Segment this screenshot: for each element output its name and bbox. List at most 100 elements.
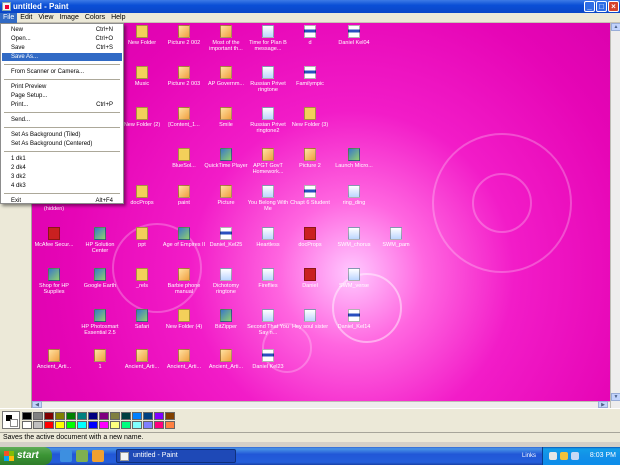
desktop-icon[interactable]: Age of Empires II bbox=[162, 227, 206, 248]
desktop-icon[interactable]: SWM_chorus bbox=[332, 227, 376, 248]
desktop-icon[interactable]: New Folder (3) bbox=[288, 107, 332, 128]
color-swatch[interactable] bbox=[55, 412, 65, 420]
color-swatch[interactable] bbox=[55, 421, 65, 429]
desktop-icon[interactable]: SWM_pam bbox=[374, 227, 418, 248]
desktop-icon[interactable]: Russian Privet ringtone2 bbox=[246, 107, 290, 134]
color-swatch[interactable] bbox=[143, 412, 153, 420]
menu-item-exit[interactable]: Exit Alt+F4 bbox=[2, 197, 122, 205]
menu-item-from-scanner-or-camera[interactable]: From Scanner or Camera... bbox=[2, 68, 122, 76]
color-swatch[interactable] bbox=[165, 412, 175, 420]
desktop-icon[interactable]: Chapt 6 Student bbox=[288, 185, 332, 206]
desktop-icon[interactable]: Barbie phone manual bbox=[162, 268, 206, 295]
menu-item-new[interactable]: New Ctrl+N bbox=[2, 26, 122, 34]
desktop-icon[interactable]: McAfee Secur... bbox=[32, 227, 76, 248]
desktop-icon[interactable]: Hey soul sister bbox=[288, 309, 332, 330]
color-swatch[interactable] bbox=[99, 412, 109, 420]
color-swatch[interactable] bbox=[44, 421, 54, 429]
desktop-icon[interactable]: HP Solution Center bbox=[78, 227, 122, 254]
desktop-icon[interactable]: Ancient_Arti... bbox=[162, 349, 206, 370]
desktop-icon[interactable]: You Belong With Me bbox=[246, 185, 290, 212]
menu-item-set-as-background-centered[interactable]: Set As Background (Centered) bbox=[2, 140, 122, 148]
color-swatch[interactable] bbox=[99, 421, 109, 429]
desktop-icon[interactable]: [Content_1... bbox=[162, 107, 206, 128]
desktop-icon[interactable]: New Folder bbox=[120, 25, 164, 46]
desktop-icon[interactable]: ring_ding bbox=[332, 185, 376, 206]
menu-item-2-dk4[interactable]: 2 dk4 bbox=[2, 164, 122, 172]
color-swatch[interactable] bbox=[143, 421, 153, 429]
desktop-icon[interactable]: 1 bbox=[78, 349, 122, 370]
color-swatch[interactable] bbox=[22, 421, 32, 429]
menu-item-print[interactable]: Print... Ctrl+P bbox=[2, 101, 122, 109]
desktop-icon[interactable]: Ancient_Arti... bbox=[32, 349, 76, 370]
desktop-icon[interactable]: Launch Micro... bbox=[332, 148, 376, 169]
media-player-icon[interactable] bbox=[92, 450, 104, 462]
show-desktop-icon[interactable] bbox=[76, 450, 88, 462]
scroll-up-icon[interactable]: ▲ bbox=[611, 23, 620, 31]
color-swatch[interactable] bbox=[77, 412, 87, 420]
desktop-icon[interactable]: Picture 2 bbox=[288, 148, 332, 169]
color-swatch[interactable] bbox=[77, 421, 87, 429]
color-swatch[interactable] bbox=[165, 421, 175, 429]
menu-item-open[interactable]: Open... Ctrl+O bbox=[2, 35, 122, 43]
desktop-icon[interactable]: Dichotomy ringtone bbox=[204, 268, 248, 295]
color-swatch[interactable] bbox=[33, 412, 43, 420]
current-colors[interactable] bbox=[2, 411, 20, 429]
taskbar-paint-button[interactable]: untitled - Paint bbox=[116, 449, 236, 463]
desktop-icon[interactable]: Familympic bbox=[288, 66, 332, 87]
desktop-icon[interactable]: docProps bbox=[288, 227, 332, 248]
desktop-icon[interactable]: Ancient_Arti... bbox=[120, 349, 164, 370]
color-swatch[interactable] bbox=[121, 421, 131, 429]
color-swatch[interactable] bbox=[154, 421, 164, 429]
desktop-icon[interactable]: Daniel bbox=[288, 268, 332, 289]
vertical-scrollbar[interactable]: ▲ ▼ bbox=[610, 23, 620, 408]
color-swatch[interactable] bbox=[88, 421, 98, 429]
color-swatch[interactable] bbox=[132, 412, 142, 420]
menu-file[interactable]: File bbox=[0, 13, 18, 23]
color-swatch[interactable] bbox=[88, 412, 98, 420]
color-swatch[interactable] bbox=[44, 412, 54, 420]
desktop-icon[interactable]: QuickTime Player bbox=[204, 148, 248, 169]
desktop-icon[interactable]: AP Governm... bbox=[204, 66, 248, 87]
color-swatch[interactable] bbox=[132, 421, 142, 429]
menu-item-4-dk3[interactable]: 4 dk3 bbox=[2, 182, 122, 190]
menu-help[interactable]: Help bbox=[108, 13, 128, 23]
desktop-icon[interactable]: _rels bbox=[120, 268, 164, 289]
desktop-icon[interactable]: New Folder (4) bbox=[162, 309, 206, 330]
desktop-icon[interactable]: SWM_verse bbox=[332, 268, 376, 289]
color-swatch[interactable] bbox=[22, 412, 32, 420]
desktop-icon[interactable]: BitZipper bbox=[204, 309, 248, 330]
color-swatch[interactable] bbox=[33, 421, 43, 429]
desktop-icon[interactable]: Google Earth bbox=[78, 268, 122, 289]
scroll-right-icon[interactable]: ▶ bbox=[598, 401, 608, 408]
scroll-down-icon[interactable]: ▼ bbox=[611, 393, 620, 401]
network-icon[interactable] bbox=[549, 452, 557, 460]
security-icon[interactable] bbox=[560, 452, 568, 460]
color-swatch[interactable] bbox=[154, 412, 164, 420]
desktop-icon[interactable]: HP Photosmart Essential 2.5 bbox=[78, 309, 122, 336]
desktop-icon[interactable]: Daniel_Kel25 bbox=[204, 227, 248, 248]
menu-item-set-as-background-tiled[interactable]: Set As Background (Tiled) bbox=[2, 131, 122, 139]
menu-item-save-as[interactable]: Save As... bbox=[2, 53, 122, 61]
color-swatch[interactable] bbox=[66, 421, 76, 429]
desktop-icon[interactable]: Daniel_Kel14 bbox=[332, 309, 376, 330]
desktop-icon[interactable]: d bbox=[288, 25, 332, 46]
desktop-icon[interactable]: Smile bbox=[204, 107, 248, 128]
menu-image[interactable]: Image bbox=[56, 13, 81, 23]
color-swatch[interactable] bbox=[66, 412, 76, 420]
menu-item-3-dk2[interactable]: 3 dk2 bbox=[2, 173, 122, 181]
menu-view[interactable]: View bbox=[35, 13, 56, 23]
menu-edit[interactable]: Edit bbox=[17, 13, 35, 23]
desktop-icon[interactable]: Most of the important th... bbox=[204, 25, 248, 52]
desktop-icon[interactable]: Fireflies bbox=[246, 268, 290, 289]
desktop-icon[interactable]: Daniel Kel04 bbox=[332, 25, 376, 46]
desktop-icon[interactable]: docProps bbox=[120, 185, 164, 206]
desktop-icon[interactable]: APGT GovT Homework... bbox=[246, 148, 290, 175]
desktop-icon[interactable]: Picture 2 003 bbox=[162, 66, 206, 87]
desktop-icon[interactable]: Russian Privet ringtone bbox=[246, 66, 290, 93]
maximize-button[interactable]: □ bbox=[596, 1, 607, 12]
color-swatch[interactable] bbox=[110, 412, 120, 420]
menu-item-send[interactable]: Send... bbox=[2, 116, 122, 124]
volume-icon[interactable] bbox=[571, 452, 579, 460]
desktop-icon[interactable]: Shop for HP Supplies bbox=[32, 268, 76, 295]
color-swatch[interactable] bbox=[110, 421, 120, 429]
